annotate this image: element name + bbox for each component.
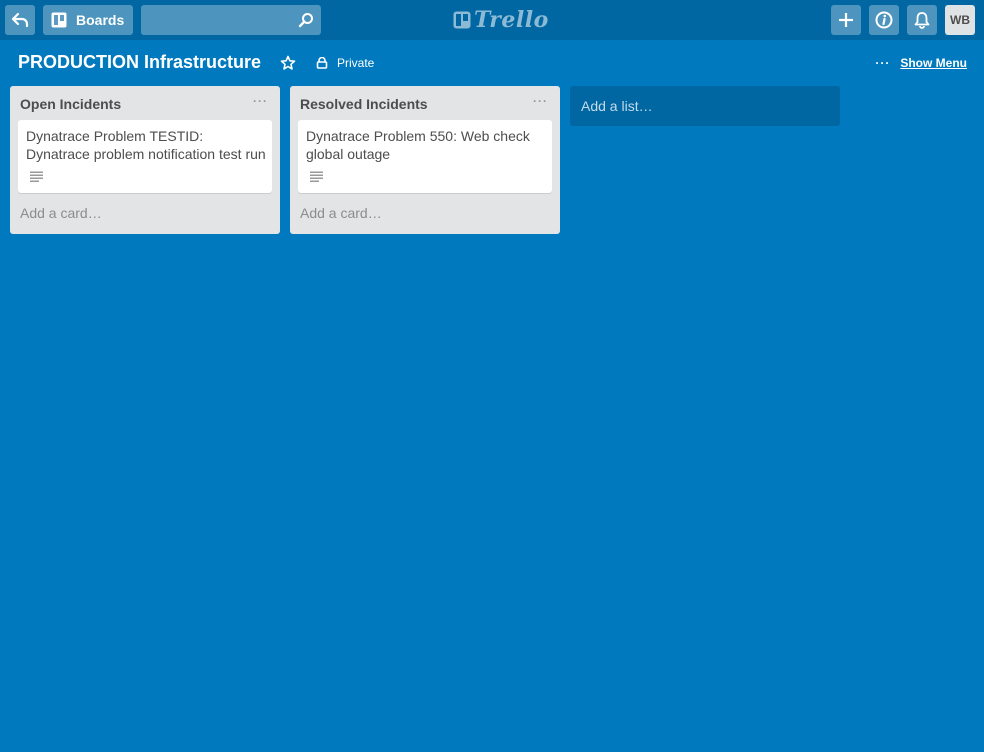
description-icon bbox=[30, 171, 43, 182]
card[interactable]: Dynatrace Problem 550: Web check global … bbox=[298, 120, 552, 193]
add-card-button[interactable]: Add a card… bbox=[290, 193, 560, 234]
add-card-label: Add a card… bbox=[20, 205, 102, 221]
star-icon bbox=[280, 55, 296, 70]
info-icon bbox=[875, 11, 893, 29]
show-menu-label: Show Menu bbox=[900, 56, 967, 70]
search-icon[interactable] bbox=[298, 12, 314, 33]
add-list-button[interactable]: Add a list… bbox=[570, 86, 840, 126]
create-button[interactable] bbox=[831, 5, 861, 35]
add-card-button[interactable]: Add a card… bbox=[10, 193, 280, 234]
visibility-label: Private bbox=[337, 56, 375, 70]
back-arrow-icon bbox=[11, 12, 29, 28]
card-title: Dynatrace Problem 550: Web check global … bbox=[306, 128, 530, 162]
list-menu-icon[interactable]: ··· bbox=[253, 94, 268, 108]
list-header[interactable]: Open Incidents ··· bbox=[10, 86, 280, 120]
bell-icon bbox=[914, 12, 930, 29]
boards-button[interactable]: Boards bbox=[43, 5, 133, 35]
card-title: Dynatrace Problem TESTID: Dynatrace prob… bbox=[26, 128, 266, 162]
list-title[interactable]: Open Incidents bbox=[20, 96, 121, 112]
top-header: Boards Trello WB bbox=[0, 0, 984, 40]
info-button[interactable] bbox=[869, 5, 899, 35]
show-menu-button[interactable]: ··· Show Menu bbox=[875, 55, 967, 71]
boards-icon bbox=[51, 12, 67, 28]
search-input[interactable] bbox=[141, 5, 307, 35]
star-button[interactable] bbox=[280, 55, 296, 71]
search-box[interactable] bbox=[141, 5, 321, 35]
back-button[interactable] bbox=[5, 5, 35, 35]
logo-text: Trello bbox=[474, 7, 549, 33]
plus-icon bbox=[839, 13, 853, 27]
card[interactable]: Dynatrace Problem TESTID: Dynatrace prob… bbox=[18, 120, 272, 193]
boards-label: Boards bbox=[76, 12, 125, 28]
avatar[interactable]: WB bbox=[945, 5, 975, 35]
list-title[interactable]: Resolved Incidents bbox=[300, 96, 428, 112]
visibility-button[interactable]: Private bbox=[316, 55, 374, 71]
trello-logo[interactable]: Trello bbox=[453, 7, 549, 33]
notifications-button[interactable] bbox=[907, 5, 937, 35]
board-title[interactable]: PRODUCTION Infrastructure bbox=[18, 52, 261, 73]
lock-icon bbox=[316, 57, 328, 69]
add-card-label: Add a card… bbox=[300, 205, 382, 221]
list-menu-icon[interactable]: ··· bbox=[533, 94, 548, 108]
list-open-incidents: Open Incidents ··· Dynatrace Problem TES… bbox=[10, 86, 280, 234]
list-header[interactable]: Resolved Incidents ··· bbox=[290, 86, 560, 120]
add-list-label: Add a list… bbox=[581, 98, 653, 114]
trello-logo-icon bbox=[453, 11, 471, 29]
list-resolved-incidents: Resolved Incidents ··· Dynatrace Problem… bbox=[290, 86, 560, 234]
menu-dots-icon: ··· bbox=[875, 56, 891, 70]
description-icon bbox=[310, 171, 323, 182]
